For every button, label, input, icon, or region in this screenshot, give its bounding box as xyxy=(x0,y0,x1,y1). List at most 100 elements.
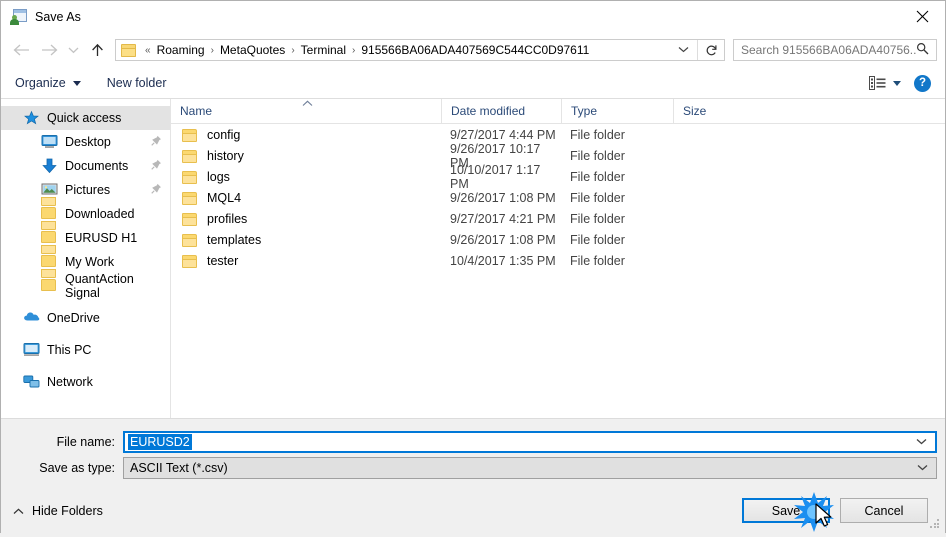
save-form: File name: EURUSD2 Save as type: ASCII T… xyxy=(1,418,945,488)
forward-arrow-icon[interactable] xyxy=(35,36,63,64)
sidebar-item-label: My Work xyxy=(65,255,114,269)
pin-icon[interactable] xyxy=(151,135,162,149)
column-header-type[interactable]: Type xyxy=(561,99,673,123)
table-row[interactable]: profiles 9/27/2017 4:21 PM File folder xyxy=(171,208,945,229)
sidebar-item-onedrive[interactable]: OneDrive xyxy=(1,306,170,330)
cancel-button-label: Cancel xyxy=(865,504,904,518)
sidebar-item-quantaction-signal[interactable]: QuantAction Signal xyxy=(1,274,170,298)
table-row[interactable]: MQL4 9/26/2017 1:08 PM File folder xyxy=(171,187,945,208)
organize-button[interactable]: Organize xyxy=(15,76,81,90)
sidebar-item-quick-access[interactable]: Quick access xyxy=(1,106,170,130)
sidebar-item-downloaded[interactable]: Downloaded xyxy=(1,202,170,226)
breadcrumb-item-guid[interactable]: 915566BA06ADA407569C544CC0D97611 xyxy=(360,43,590,57)
chevron-down-icon[interactable] xyxy=(917,463,936,474)
search-icon xyxy=(916,42,936,58)
file-date: 9/27/2017 4:44 PM xyxy=(441,128,561,142)
folder-icon xyxy=(182,128,198,142)
hide-folders-button[interactable]: Hide Folders xyxy=(1,504,103,518)
navigation-bar: « Roaming › MetaQuotes › Terminal › 9155… xyxy=(1,32,945,68)
sidebar-item-eurusd-h1[interactable]: EURUSD H1 xyxy=(1,226,170,250)
file-date: 10/4/2017 1:35 PM xyxy=(441,254,561,268)
refresh-icon[interactable] xyxy=(698,44,724,57)
navigation-pane: Quick access Desktop Documents xyxy=(1,99,170,418)
file-date: 10/10/2017 1:17 PM xyxy=(441,163,561,191)
chevron-down-icon[interactable] xyxy=(916,437,935,448)
folder-icon xyxy=(41,254,58,271)
help-button[interactable]: ? xyxy=(914,75,931,92)
save-button[interactable]: Save xyxy=(742,498,830,523)
breadcrumb-item-metaquotes[interactable]: MetaQuotes xyxy=(219,43,286,57)
file-name-value[interactable]: EURUSD2 xyxy=(128,434,192,450)
column-header-name[interactable]: Name xyxy=(171,99,441,123)
title-bar: Save As xyxy=(1,1,945,32)
this-pc-icon xyxy=(23,342,40,359)
back-arrow-icon[interactable] xyxy=(7,36,35,64)
cancel-button[interactable]: Cancel xyxy=(840,498,928,523)
file-type: File folder xyxy=(561,254,673,268)
sidebar-item-label: Documents xyxy=(65,159,128,173)
sidebar-item-documents[interactable]: Documents xyxy=(1,154,170,178)
save-button-label: Save xyxy=(772,504,801,518)
window-title: Save As xyxy=(35,10,81,24)
network-icon xyxy=(23,374,40,391)
pin-icon[interactable] xyxy=(151,159,162,173)
address-bar[interactable]: « Roaming › MetaQuotes › Terminal › 9155… xyxy=(115,39,725,61)
resize-grip[interactable] xyxy=(930,519,941,530)
breadcrumb-separator[interactable]: › xyxy=(206,45,219,56)
file-name: profiles xyxy=(207,212,247,226)
table-row[interactable]: templates 9/26/2017 1:08 PM File folder xyxy=(171,229,945,250)
table-row[interactable]: tester 10/4/2017 1:35 PM File folder xyxy=(171,250,945,271)
sidebar-item-label: QuantAction Signal xyxy=(65,272,162,300)
view-layout-button[interactable] xyxy=(869,76,901,90)
save-as-type-row: Save as type: ASCII Text (*.csv) xyxy=(1,457,945,479)
breadcrumb-separator[interactable]: › xyxy=(286,45,299,56)
chevron-down-icon[interactable] xyxy=(674,45,697,56)
documents-down-arrow-icon xyxy=(41,158,58,175)
column-header-date-modified[interactable]: Date modified xyxy=(441,99,561,123)
folder-icon xyxy=(41,206,58,223)
star-icon xyxy=(23,110,40,127)
folder-icon xyxy=(182,191,198,205)
sidebar-item-network[interactable]: Network xyxy=(1,370,170,394)
table-row[interactable]: logs 10/10/2017 1:17 PM File folder xyxy=(171,166,945,187)
file-name-input[interactable]: EURUSD2 xyxy=(123,431,937,453)
folder-icon xyxy=(182,233,198,247)
file-type: File folder xyxy=(561,233,673,247)
sidebar-item-label: Pictures xyxy=(65,183,110,197)
folder-icon xyxy=(121,44,136,57)
content-area: Quick access Desktop Documents xyxy=(1,99,945,418)
file-type: File folder xyxy=(561,170,673,184)
search-input[interactable]: Search 915566BA06ADA40756... xyxy=(734,43,916,57)
file-name: history xyxy=(207,149,244,163)
desktop-icon xyxy=(41,134,58,151)
new-folder-label: New folder xyxy=(107,76,167,90)
file-date: 9/26/2017 1:08 PM xyxy=(441,233,561,247)
breadcrumb-item-terminal[interactable]: Terminal xyxy=(300,43,347,57)
sidebar-item-pictures[interactable]: Pictures xyxy=(1,178,170,202)
onedrive-cloud-icon xyxy=(23,310,40,327)
file-type: File folder xyxy=(561,191,673,205)
sidebar-item-desktop[interactable]: Desktop xyxy=(1,130,170,154)
column-header-size[interactable]: Size xyxy=(673,99,751,123)
breadcrumb-separator[interactable]: › xyxy=(347,45,360,56)
search-box[interactable]: Search 915566BA06ADA40756... xyxy=(733,39,937,61)
sidebar-item-label: Desktop xyxy=(65,135,111,149)
recent-locations-chevron-icon[interactable] xyxy=(63,36,83,64)
column-header-label: Size xyxy=(683,104,706,118)
folder-icon xyxy=(41,278,58,295)
organize-label: Organize xyxy=(15,76,66,90)
new-folder-button[interactable]: New folder xyxy=(107,76,167,90)
sidebar-item-label: EURUSD H1 xyxy=(65,231,137,245)
dialog-footer: Hide Folders Save Cancel xyxy=(1,488,945,533)
command-toolbar: Organize New folder ? xyxy=(1,68,945,99)
up-arrow-icon[interactable] xyxy=(83,36,111,64)
sidebar-item-my-work[interactable]: My Work xyxy=(1,250,170,274)
close-icon[interactable] xyxy=(899,1,945,32)
sidebar-item-this-pc[interactable]: This PC xyxy=(1,338,170,362)
breadcrumb-item-roaming[interactable]: Roaming xyxy=(156,43,206,57)
save-as-type-select[interactable]: ASCII Text (*.csv) xyxy=(123,457,937,479)
pin-icon[interactable] xyxy=(151,183,162,197)
breadcrumb-overflow[interactable]: « xyxy=(140,45,156,56)
file-name: logs xyxy=(207,170,230,184)
view-layout-icon xyxy=(869,76,886,90)
